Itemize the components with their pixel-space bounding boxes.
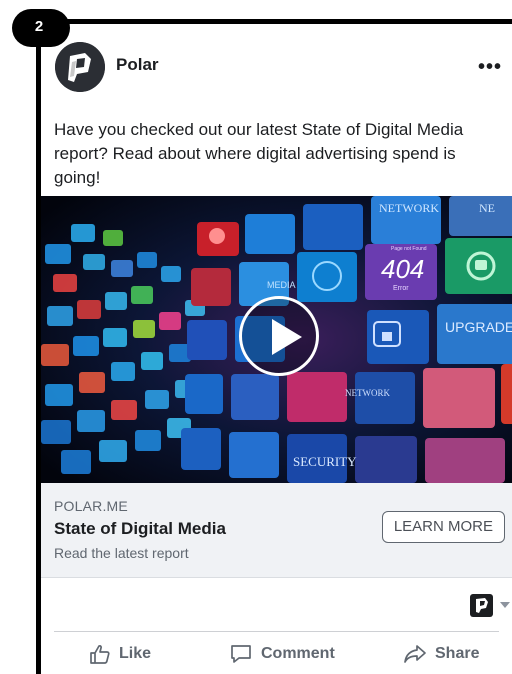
video-thumbnail[interactable]: NETWORK NE MEDIA Page not Found 404 Erro… bbox=[41, 196, 512, 483]
post-text: Have you checked out our latest State of… bbox=[54, 120, 464, 187]
error-code-label: 404 bbox=[381, 254, 424, 284]
page-not-found-label: Page not Found bbox=[391, 246, 427, 252]
divider bbox=[54, 631, 499, 632]
network-mid-label: NETWORK bbox=[345, 388, 390, 398]
play-button-icon[interactable] bbox=[239, 296, 319, 376]
link-title[interactable]: State of Digital Media bbox=[54, 519, 226, 539]
like-label: Like bbox=[119, 645, 152, 662]
post-header: Polar ••• bbox=[55, 42, 512, 96]
security-label: SECURITY bbox=[293, 454, 357, 469]
comment-label: Comment bbox=[261, 645, 335, 662]
facebook-post-card: Polar ••• Have you checked out our lates… bbox=[36, 19, 512, 674]
share-button[interactable]: Share bbox=[403, 636, 479, 672]
step-number: 2 bbox=[34, 18, 44, 35]
learn-more-button[interactable]: LEARN MORE bbox=[381, 511, 505, 543]
link-domain: POLAR.ME bbox=[54, 498, 128, 514]
page-avatar[interactable] bbox=[55, 42, 105, 92]
media-label: MEDIA bbox=[267, 280, 296, 290]
error-label: Error bbox=[393, 285, 409, 292]
post-actions: Like Comment Share bbox=[41, 636, 512, 672]
network-label-right: NE bbox=[479, 201, 495, 215]
step-number-badge: 2 bbox=[12, 9, 70, 47]
chevron-down-icon[interactable] bbox=[500, 602, 510, 608]
polar-small-logo-icon bbox=[476, 598, 488, 613]
like-button[interactable]: Like bbox=[89, 636, 151, 672]
comment-icon bbox=[231, 645, 251, 663]
link-description: Read the latest report bbox=[54, 545, 189, 561]
page-name[interactable]: Polar bbox=[116, 55, 159, 75]
share-label: Share bbox=[435, 645, 480, 662]
share-arrow-icon bbox=[404, 645, 426, 663]
reaction-row bbox=[41, 577, 512, 631]
thumbs-up-icon bbox=[90, 645, 110, 664]
comment-button[interactable]: Comment bbox=[229, 636, 335, 672]
link-preview[interactable]: POLAR.ME State of Digital Media Read the… bbox=[41, 483, 512, 578]
network-label: NETWORK bbox=[379, 201, 439, 215]
upgrade-label: UPGRADE bbox=[445, 319, 512, 335]
page-selector-icon[interactable] bbox=[470, 594, 493, 617]
more-options-icon[interactable]: ••• bbox=[478, 56, 502, 79]
polar-logo-icon bbox=[55, 42, 105, 92]
